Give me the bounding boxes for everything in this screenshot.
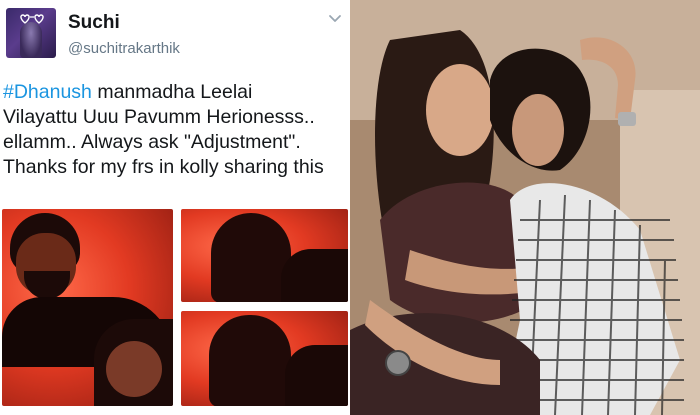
tweet-photo-3[interactable] [181, 311, 348, 406]
display-name[interactable]: Suchi [68, 12, 120, 34]
tweet-card: Suchi @suchitrakarthik #Dhanush manmadha… [0, 0, 350, 415]
couple-photo-illustration [350, 0, 700, 415]
user-handle[interactable]: @suchitrakarthik [68, 40, 180, 57]
photo-figure [209, 315, 291, 406]
tweet-line-3: ellamm.. Always ask "Adjustment". [3, 131, 301, 153]
tweet-line-4: Thanks for my frs in kolly sharing this [3, 156, 324, 178]
couple-photo [350, 0, 700, 415]
tweet-text: #Dhanush manmadha Leelai Vilayattu Uuu P… [3, 80, 350, 180]
avatar-figure [20, 22, 42, 58]
tweet-line-1: #Dhanush manmadha Leelai [3, 80, 350, 105]
tweet-line-2: Vilayattu Uuu Pavumm Herionesss.. [3, 106, 315, 128]
tweet-photo-2[interactable] [181, 209, 348, 302]
photo-figure [211, 213, 291, 302]
photo-figure-2 [281, 249, 348, 302]
photo-face-2 [106, 341, 162, 397]
hashtag-link[interactable]: #Dhanush [3, 81, 92, 103]
avatar[interactable] [6, 8, 56, 58]
chevron-down-icon[interactable] [328, 12, 342, 26]
photo-figure-2 [285, 345, 348, 406]
tweet-photo-1[interactable] [2, 209, 173, 406]
tweet-line-1-text: manmadha Leelai [91, 81, 253, 103]
